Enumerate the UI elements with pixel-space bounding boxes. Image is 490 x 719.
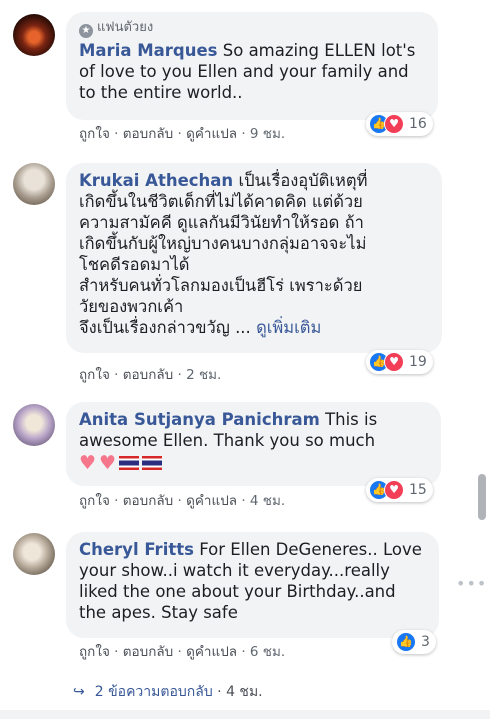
reply-arrow-icon: ↪ — [73, 684, 85, 700]
reaction-summary[interactable]: 👍 ♥ 16 — [366, 112, 433, 136]
separator: · — [241, 493, 246, 509]
comment-text-line: เกิดขึ้นกับผู้ใหญ่บางคนบางกลุ่มอาจจะไม่ — [79, 234, 367, 253]
replies-count[interactable]: 2 ข้อความตอบกลับ — [95, 684, 213, 700]
comment-bubble: Cheryl Fritts For Ellen DeGeneres.. Love… — [66, 532, 439, 638]
see-more-link[interactable]: ดูเพิ่มเติม — [256, 318, 321, 337]
reply-link[interactable]: ตอบกลับ — [123, 367, 173, 383]
timestamp[interactable]: 4 ชม. — [250, 493, 285, 509]
comment-text-line: ความสามัคคี ดูแลกันมีวินัยทำให้รอด ถ้า — [79, 213, 364, 232]
heart-icon: ♥ — [384, 352, 404, 372]
reply-link[interactable]: ตอบกลับ — [123, 126, 173, 142]
separator: · — [177, 644, 182, 660]
separator: · — [177, 126, 182, 142]
scrollbar-thumb[interactable] — [478, 474, 486, 520]
commenter-name[interactable]: Cheryl Fritts — [79, 540, 194, 559]
comment-body: Anita Sutjanya Panichram This is awesome… — [79, 409, 429, 451]
thailand-flag-icon — [142, 456, 163, 470]
commenter-name[interactable]: Anita Sutjanya Panichram — [79, 410, 320, 429]
comment-text-line: วัยของพวกเค้า — [79, 297, 184, 316]
translate-link[interactable]: ดูคำแปล — [186, 493, 237, 509]
heart-icon: ♥ — [384, 114, 404, 134]
heart-icon: ♥ — [384, 480, 404, 500]
comment-bubble: Anita Sutjanya Panichram This is awesome… — [66, 402, 441, 486]
comment-bubble: ★ แฟนตัวยง Maria Marques So amazing ELLEN… — [66, 12, 438, 120]
comment-body: Cheryl Fritts For Ellen DeGeneres.. Love… — [79, 539, 427, 623]
separator: · — [241, 644, 246, 660]
timestamp[interactable]: 6 ชม. — [250, 644, 285, 660]
separator: · — [114, 644, 119, 660]
avatar[interactable] — [13, 14, 55, 56]
avatar[interactable] — [13, 404, 55, 446]
separator: · — [217, 684, 222, 700]
reaction-summary[interactable]: 👍 ♥ 15 — [366, 478, 433, 502]
commenter-name[interactable]: Krukai Athechan — [79, 171, 233, 190]
like-link[interactable]: ถูกใจ — [79, 644, 110, 660]
separator: · — [114, 126, 119, 142]
translate-link[interactable]: ดูคำแปล — [186, 126, 237, 142]
comment-actions: ถูกใจ · ตอบกลับ · 2 ชม. — [79, 366, 221, 384]
reply-link[interactable]: ตอบกลับ — [123, 493, 173, 509]
reply-link[interactable]: ตอบกลับ — [123, 644, 173, 660]
comment-text-line: เป็นเรื่องอุบัติเหตุที่ — [238, 171, 368, 190]
separator: · — [241, 126, 246, 142]
reaction-count: 15 — [409, 482, 427, 498]
reaction-summary[interactable]: 👍 ♥ 19 — [366, 350, 433, 374]
reaction-summary[interactable]: 👍 3 — [392, 630, 436, 654]
separator: · — [114, 493, 119, 509]
comment-text-line: สำหรับคนทั่วโลกมองเป็นฮีโร่ เพราะด้วย — [79, 276, 363, 295]
comment-actions: ถูกใจ · ตอบกลับ · ดูคำแปล · 4 ชม. — [79, 492, 285, 510]
section-divider — [0, 710, 490, 719]
comment-actions: ถูกใจ · ตอบกลับ · ดูคำแปล · 6 ชม. — [79, 643, 285, 661]
comment-body: Krukai Athechan เป็นเรื่องอุบัติเหตุที่ … — [79, 170, 430, 338]
timestamp[interactable]: 9 ชม. — [250, 126, 285, 142]
avatar[interactable] — [13, 163, 55, 205]
separator: · — [177, 367, 182, 383]
comment-bubble: Krukai Athechan เป็นเรื่องอุบัติเหตุที่ … — [66, 163, 442, 353]
reaction-count: 16 — [409, 116, 427, 132]
like-link[interactable]: ถูกใจ — [79, 493, 110, 509]
reaction-count: 3 — [421, 634, 430, 650]
reaction-count: 19 — [409, 354, 427, 370]
fan-badge-label: แฟนตัวยง — [97, 20, 154, 35]
timestamp[interactable]: 2 ชม. — [186, 367, 221, 383]
more-options-icon[interactable]: ••• — [456, 574, 487, 593]
like-link[interactable]: ถูกใจ — [79, 367, 110, 383]
comment-text-line: จึงเป็นเรื่องกล่าวขวัญ ... — [79, 318, 251, 337]
heart-emoji-icon: ♥ — [99, 452, 117, 474]
heart-emoji-icon: ♥ — [79, 452, 97, 474]
emoji-row: ♥ ♥ — [79, 453, 429, 473]
comment-text-line: เกิดขึ้นในชีวิตเด็กที่ไม่ได้คาดคิด แต่ด้… — [79, 192, 363, 211]
replies-time: 4 ชม. — [226, 684, 263, 700]
thumbs-up-icon: 👍 — [396, 632, 416, 652]
separator: · — [177, 493, 182, 509]
comment-actions: ถูกใจ · ตอบกลับ · ดูคำแปล · 9 ชม. — [79, 125, 285, 143]
like-link[interactable]: ถูกใจ — [79, 126, 110, 142]
comment-text-line: โชคดีรอดมาได้ — [79, 255, 190, 274]
commenter-name[interactable]: Maria Marques — [79, 41, 218, 60]
fan-badge[interactable]: ★ แฟนตัวยง — [79, 19, 426, 38]
star-badge-icon: ★ — [79, 24, 93, 38]
avatar[interactable] — [13, 533, 55, 575]
view-replies-link[interactable]: ↪ 2 ข้อความตอบกลับ · 4 ชม. — [73, 681, 263, 703]
thailand-flag-icon — [119, 456, 140, 470]
translate-link[interactable]: ดูคำแปล — [186, 644, 237, 660]
separator: · — [114, 367, 119, 383]
comment-body: Maria Marques So amazing ELLEN lot's of … — [79, 40, 426, 103]
